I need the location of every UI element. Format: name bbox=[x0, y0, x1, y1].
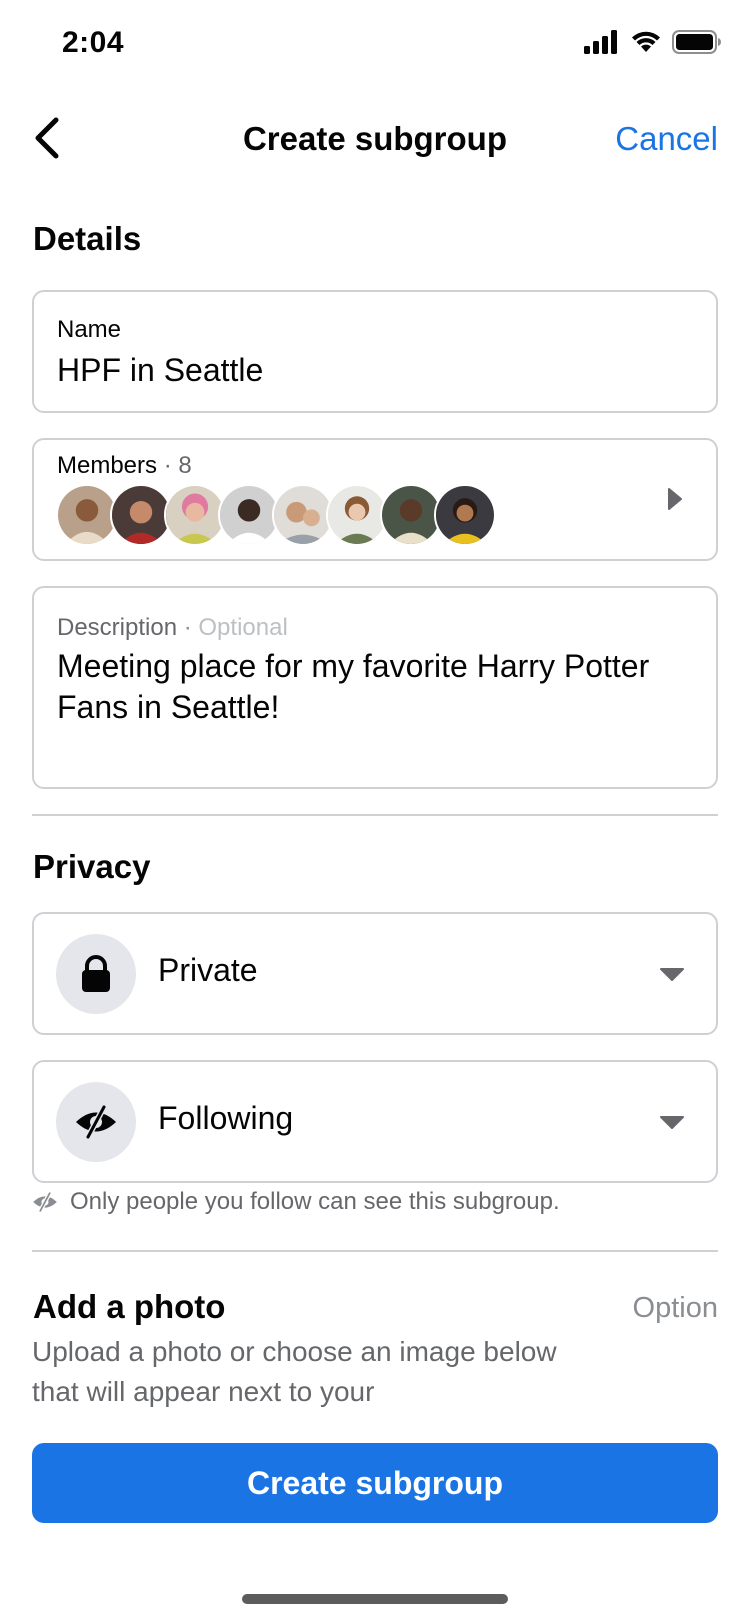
create-subgroup-button[interactable]: Create subgroup bbox=[32, 1443, 718, 1523]
caret-down-icon bbox=[660, 1116, 684, 1129]
avatar bbox=[56, 484, 118, 546]
description-value[interactable]: Meeting place for my favorite Harry Pott… bbox=[57, 646, 677, 728]
audience-select[interactable]: Following bbox=[32, 1060, 718, 1183]
members-separator: · bbox=[163, 452, 172, 479]
cancel-button[interactable]: Cancel bbox=[615, 120, 718, 158]
avatar bbox=[434, 484, 496, 546]
description-label-text: Description bbox=[57, 614, 178, 641]
members-field[interactable]: Members · 8 bbox=[32, 438, 718, 561]
details-heading: Details bbox=[33, 220, 142, 257]
avatar bbox=[110, 484, 172, 546]
members-label: Members · 8 bbox=[57, 452, 192, 480]
signal-icon bbox=[584, 30, 617, 54]
battery-icon bbox=[672, 30, 721, 54]
avatar bbox=[380, 484, 442, 546]
name-label: Name bbox=[57, 316, 122, 343]
member-avatars bbox=[56, 484, 496, 546]
audience-value: Following bbox=[158, 1100, 294, 1136]
description-field[interactable]: Description · Optional Meeting place for… bbox=[32, 586, 718, 789]
status-icons bbox=[584, 30, 722, 54]
lock-icon bbox=[82, 955, 110, 992]
description-optional: Optional bbox=[198, 614, 288, 641]
caret-down-icon bbox=[660, 968, 684, 981]
description-separator: · bbox=[183, 614, 192, 641]
privacy-heading: Privacy bbox=[33, 848, 151, 885]
name-value[interactable]: HPF in Seattle bbox=[57, 350, 263, 391]
lock-icon-wrap bbox=[56, 934, 136, 1014]
wifi-icon bbox=[632, 31, 660, 52]
photo-description: Upload a photo or choose an image below … bbox=[32, 1336, 557, 1407]
avatar bbox=[272, 484, 334, 546]
members-count: 8 bbox=[178, 452, 192, 479]
eye-slash-icon bbox=[76, 1105, 116, 1139]
photo-heading: Add a photo bbox=[33, 1288, 226, 1325]
audience-hint-text: Only people you follow can see this subg… bbox=[70, 1188, 560, 1215]
visibility-select[interactable]: Private bbox=[32, 912, 718, 1035]
divider bbox=[32, 814, 718, 816]
avatar bbox=[164, 484, 226, 546]
eye-slash-icon-wrap bbox=[56, 1082, 136, 1162]
divider bbox=[32, 1250, 718, 1252]
description-label: Description · Optional bbox=[57, 614, 288, 642]
status-time: 2:04 bbox=[62, 26, 125, 59]
chevron-right-icon bbox=[668, 488, 682, 510]
avatar bbox=[326, 484, 388, 546]
name-field[interactable]: Name HPF in Seattle bbox=[32, 290, 718, 413]
members-label-text: Members bbox=[57, 452, 158, 479]
photo-optional: Option bbox=[632, 1292, 718, 1324]
audience-hint: Only people you follow can see this subg… bbox=[32, 1188, 560, 1216]
eye-slash-icon bbox=[33, 1192, 57, 1212]
visibility-value: Private bbox=[158, 952, 258, 988]
home-indicator bbox=[242, 1594, 508, 1604]
avatar bbox=[218, 484, 280, 546]
